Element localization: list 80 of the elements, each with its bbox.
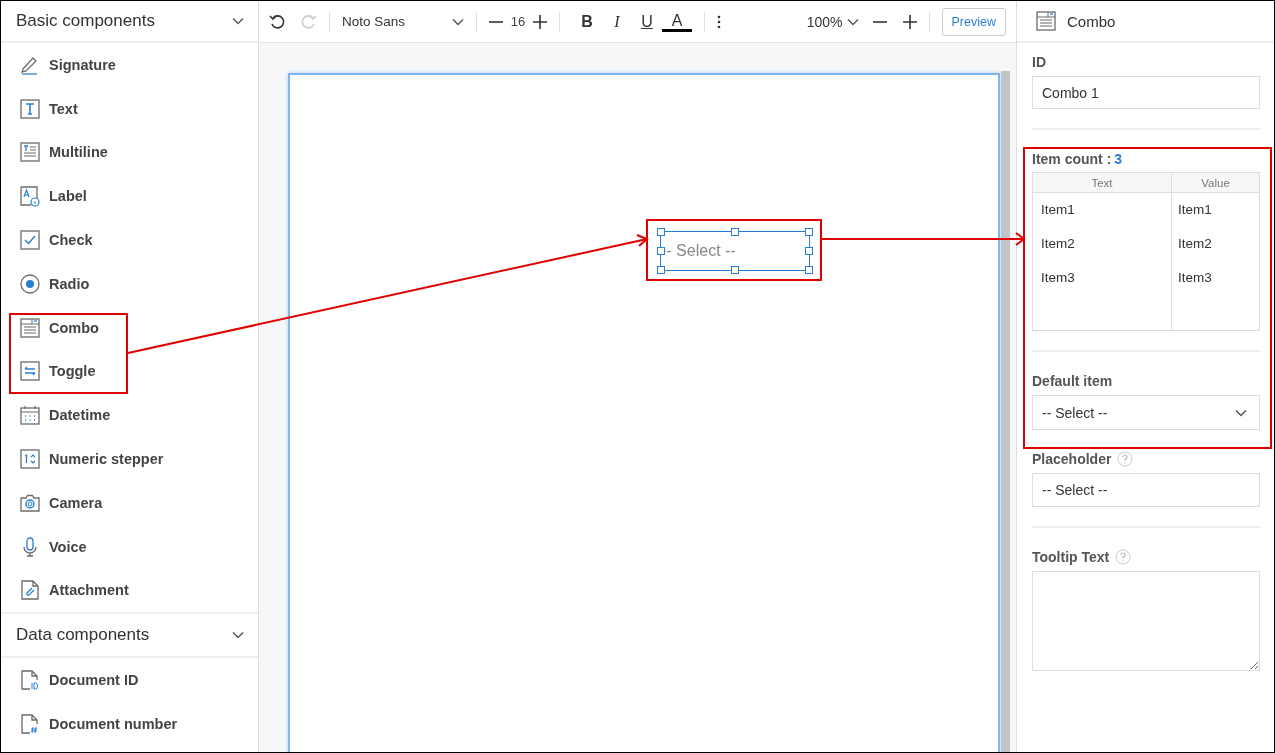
placeholder-field[interactable]: -- Select -- (1032, 473, 1260, 507)
table-cell-text: Item3 (1040, 269, 1076, 287)
resize-handle[interactable] (731, 266, 739, 274)
sidebar-item[interactable]: Label (1, 174, 258, 219)
numeric-stepper-icon (19, 448, 41, 471)
calendar-icon (19, 404, 41, 427)
sidebar-item[interactable]: Multiline (1, 130, 258, 175)
plus-icon[interactable] (533, 14, 547, 29)
item-count: 3 (1114, 151, 1123, 167)
sidebar-item[interactable]: Document number (1, 702, 258, 746)
text-color-button[interactable]: A (662, 11, 692, 32)
panel-title: Combo (1067, 12, 1116, 30)
table-cell-text: Item1 (1040, 201, 1076, 219)
table-cell-text: Item2 (1040, 235, 1076, 253)
caret-icon (1235, 408, 1247, 417)
section-header[interactable]: Data components (1, 612, 258, 659)
sidebar-item[interactable]: Radio (1, 262, 258, 306)
attachment-document-icon (19, 579, 41, 602)
caret-icon (452, 17, 464, 26)
sidebar-item[interactable]: Voice (1, 524, 258, 569)
resize-handle[interactable] (805, 228, 813, 236)
sidebar-item[interactable]: Datetime (1, 393, 258, 438)
radio-button-icon (19, 272, 41, 295)
table-cell-text: Item1 (1177, 201, 1213, 219)
caret-icon (846, 17, 859, 26)
combo-box-icon (1035, 10, 1057, 32)
tooltip-text-field[interactable] (1032, 571, 1260, 671)
italic-button[interactable]: I (602, 12, 632, 31)
font-name: Noto Sans (342, 14, 406, 29)
section-header[interactable]: Basic components (1, 1, 258, 43)
preview-button[interactable]: Preview (941, 7, 1006, 36)
sidebar-item[interactable]: Check (1, 218, 258, 262)
font-dropdown[interactable]: Noto Sans (342, 14, 464, 29)
sidebar-item[interactable]: Numeric stepper (1, 437, 258, 481)
label-icon (19, 185, 41, 208)
sidebar-item[interactable]: Document ID (1, 658, 258, 703)
caret-icon (232, 17, 244, 25)
table-cell-text: Item2 (1177, 235, 1213, 253)
checkbox-icon (19, 229, 41, 252)
sidebar-item[interactable]: Toggle (1, 349, 258, 394)
field-label: Item count : (1032, 151, 1112, 167)
toggle-icon (19, 360, 41, 383)
undo-icon[interactable] (269, 12, 287, 31)
document-id-icon (19, 669, 41, 692)
field-label: ID (1032, 54, 1047, 70)
sidebar-item[interactable]: Combo (1, 305, 258, 350)
resize-handle[interactable] (731, 228, 739, 236)
scrollbar[interactable] (1001, 71, 1010, 752)
id-field[interactable]: Combo 1 (1032, 76, 1260, 109)
sidebar-item[interactable]: Attachment (1, 568, 258, 613)
default-item-dropdown[interactable]: -- Select -- (1032, 395, 1260, 430)
section-title: Data components (16, 625, 150, 646)
resize-handle[interactable] (657, 266, 665, 274)
resize-handle[interactable] (657, 228, 665, 236)
document-number-icon (19, 713, 41, 736)
underline-button[interactable]: U (632, 12, 662, 31)
dropdown-value: -- Select -- (1042, 404, 1108, 421)
field-label: Default item (1032, 373, 1114, 389)
field-label: Tooltip Text (1032, 549, 1110, 565)
text-field-icon (19, 97, 41, 120)
combo-box-icon (19, 316, 41, 339)
column-header: Text (1033, 173, 1171, 193)
column-header: Value (1171, 173, 1259, 193)
resize-handle[interactable] (805, 247, 813, 255)
caret-icon (232, 631, 244, 640)
multiline-text-icon (19, 141, 41, 164)
bold-button[interactable]: B (572, 12, 602, 31)
resize-handle[interactable] (805, 266, 813, 274)
zoom-in-icon[interactable] (902, 14, 917, 29)
sidebar-item[interactable]: Text (1, 86, 258, 131)
zoom-dropdown[interactable]: 100% (806, 13, 859, 30)
font-size-field[interactable]: 16 (503, 14, 533, 29)
section-title: Basic components (16, 11, 155, 31)
field-label: Placeholder (1032, 451, 1112, 467)
resize-handle[interactable] (657, 247, 665, 255)
sidebar-item[interactable]: Signature (1, 43, 258, 87)
zoom-level: 100% (806, 13, 843, 30)
sidebar-item[interactable]: Camera (1, 480, 258, 525)
table-cell-text: Item3 (1177, 269, 1213, 287)
more-icon[interactable] (717, 14, 721, 29)
